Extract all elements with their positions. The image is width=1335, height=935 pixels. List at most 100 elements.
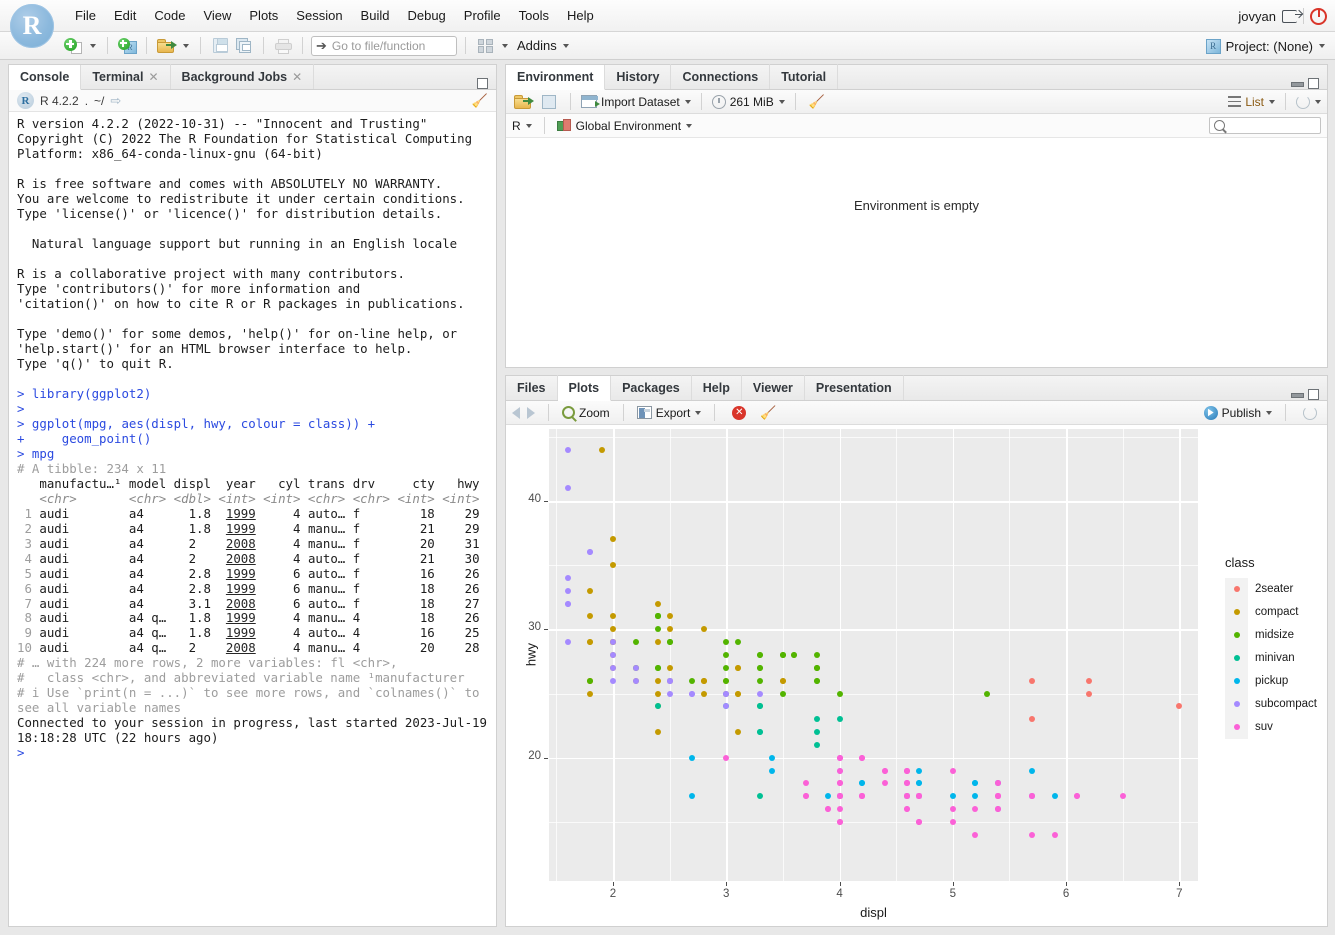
working-directory-label[interactable]: ~/ [94,94,104,108]
clear-console-icon[interactable]: 🧹 [472,93,488,109]
language-selector[interactable]: R [512,119,532,133]
legend-label[interactable]: pickup [1255,675,1288,687]
menu-profile[interactable]: Profile [455,4,510,27]
tab-terminal[interactable]: Terminal✕ [81,64,170,89]
project-selector[interactable]: R Project: (None) [1206,32,1325,60]
next-plot-icon[interactable] [527,407,535,419]
console-text: 6 auto… f 18 27 [256,596,480,611]
menu-tools[interactable]: Tools [510,4,558,27]
legend-label[interactable]: suv [1255,721,1273,733]
menu-help[interactable]: Help [558,4,603,27]
language-label: R [512,119,521,133]
clear-all-plots-button[interactable]: 🧹 [757,403,779,423]
menu-debug[interactable]: Debug [398,4,454,27]
import-dataset-button[interactable]: Import Dataset [581,95,691,109]
refresh-icon [1296,95,1310,109]
tab-console[interactable]: Console [9,65,81,90]
save-workspace-button[interactable] [538,92,560,112]
menu-edit[interactable]: Edit [105,4,145,27]
minimize-pane-icon[interactable] [1291,390,1302,399]
addins-dropdown[interactable] [559,36,572,56]
publish-button[interactable]: Publish [1204,406,1272,420]
tab-help[interactable]: Help [692,375,742,400]
legend-label[interactable]: compact [1255,606,1298,618]
gridline-major-vertical [1066,429,1068,881]
data-point [610,678,616,684]
view-mode-selector[interactable]: List [1228,95,1275,109]
close-icon[interactable]: ✕ [148,70,158,84]
divider [1285,404,1286,421]
tab-packages[interactable]: Packages [611,375,692,400]
console-line: Type 'demo()' for some demos, 'help()' f… [17,326,490,341]
save-all-button[interactable] [233,36,255,56]
previous-plot-icon[interactable] [512,407,520,419]
new-project-button[interactable]: R [116,36,138,56]
divider [302,37,303,54]
refresh-environment-button[interactable] [1296,95,1321,109]
load-workspace-button[interactable] [512,92,534,112]
tab-tutorial[interactable]: Tutorial [770,64,838,89]
console-text: 'help.start()' for an HTML browser inter… [17,341,412,356]
console-line: R version 4.2.2 (2022-10-31) -- "Innocen… [17,116,490,131]
ggplot-canvas[interactable]: 234567203040displhwyclass2seatercompactm… [506,425,1327,926]
data-point [565,588,571,594]
save-button[interactable] [209,36,231,56]
open-wd-icon[interactable]: ⇨ [110,93,121,109]
clear-environment-button[interactable]: 🧹 [806,92,828,112]
divider [714,404,715,421]
environment-scope-selector[interactable]: Global Environment [557,119,692,133]
tab-plots[interactable]: Plots [558,376,612,401]
maximize-pane-icon[interactable] [1308,78,1319,89]
menu-view[interactable]: View [194,4,240,27]
tab-label: Plots [569,381,600,395]
tab-presentation[interactable]: Presentation [805,375,904,400]
menu-items: FileEditCodeViewPlotsSessionBuildDebugPr… [66,0,603,32]
data-point [916,793,922,799]
environment-search-input[interactable] [1209,117,1321,134]
menu-file[interactable]: File [66,4,105,27]
minimize-pane-icon[interactable] [1291,79,1302,88]
goto-file-function-input[interactable]: ➔ Go to file/function [311,36,457,56]
save-icon [213,38,228,53]
pane-layout-dropdown[interactable] [498,36,511,56]
open-file-button[interactable] [155,36,177,56]
new-file-dropdown[interactable] [86,36,99,56]
zoom-plot-button[interactable]: Zoom [562,406,610,420]
open-file-dropdown[interactable] [179,36,192,56]
legend-label[interactable]: midsize [1255,629,1294,641]
tab-environment[interactable]: Environment [506,65,605,90]
close-icon[interactable]: ✕ [292,70,302,84]
data-point [1086,691,1092,697]
console-text: Type 'license()' or 'licence()' for dist… [17,206,442,221]
menu-plots[interactable]: Plots [240,4,287,27]
menu-session[interactable]: Session [287,4,351,27]
remove-plot-button[interactable]: ✕ [728,403,750,423]
tab-history[interactable]: History [605,64,671,89]
maximize-pane-icon[interactable] [477,78,488,89]
tab-viewer[interactable]: Viewer [742,375,805,400]
menu-build[interactable]: Build [352,4,399,27]
tab-files[interactable]: Files [506,375,558,400]
refresh-plot-button[interactable] [1299,403,1321,423]
data-point [587,549,593,555]
maximize-pane-icon[interactable] [1308,389,1319,400]
memory-usage-button[interactable]: 261 MiB [712,95,785,109]
pane-layout-button[interactable] [474,36,496,56]
power-quit-icon[interactable] [1310,8,1327,25]
menu-code[interactable]: Code [145,4,194,27]
console-text: 4 manu… 4 20 28 [256,640,480,655]
export-plot-button[interactable]: Export [637,406,702,420]
print-button[interactable] [272,36,294,56]
tab-background-jobs[interactable]: Background Jobs✕ [171,64,315,89]
tab-connections[interactable]: Connections [671,64,770,89]
legend-label[interactable]: minivan [1255,652,1295,664]
legend-label[interactable]: subcompact [1255,698,1317,710]
data-point [689,678,695,684]
new-file-button[interactable] [62,36,84,56]
legend-label[interactable]: 2seater [1255,583,1293,595]
sign-out-icon[interactable] [1282,10,1297,23]
addins-label[interactable]: Addins [517,38,557,53]
console-output[interactable]: R version 4.2.2 (2022-10-31) -- "Innocen… [9,112,496,926]
data-point [667,626,673,632]
console-line: Type 'license()' or 'licence()' for dist… [17,206,490,221]
